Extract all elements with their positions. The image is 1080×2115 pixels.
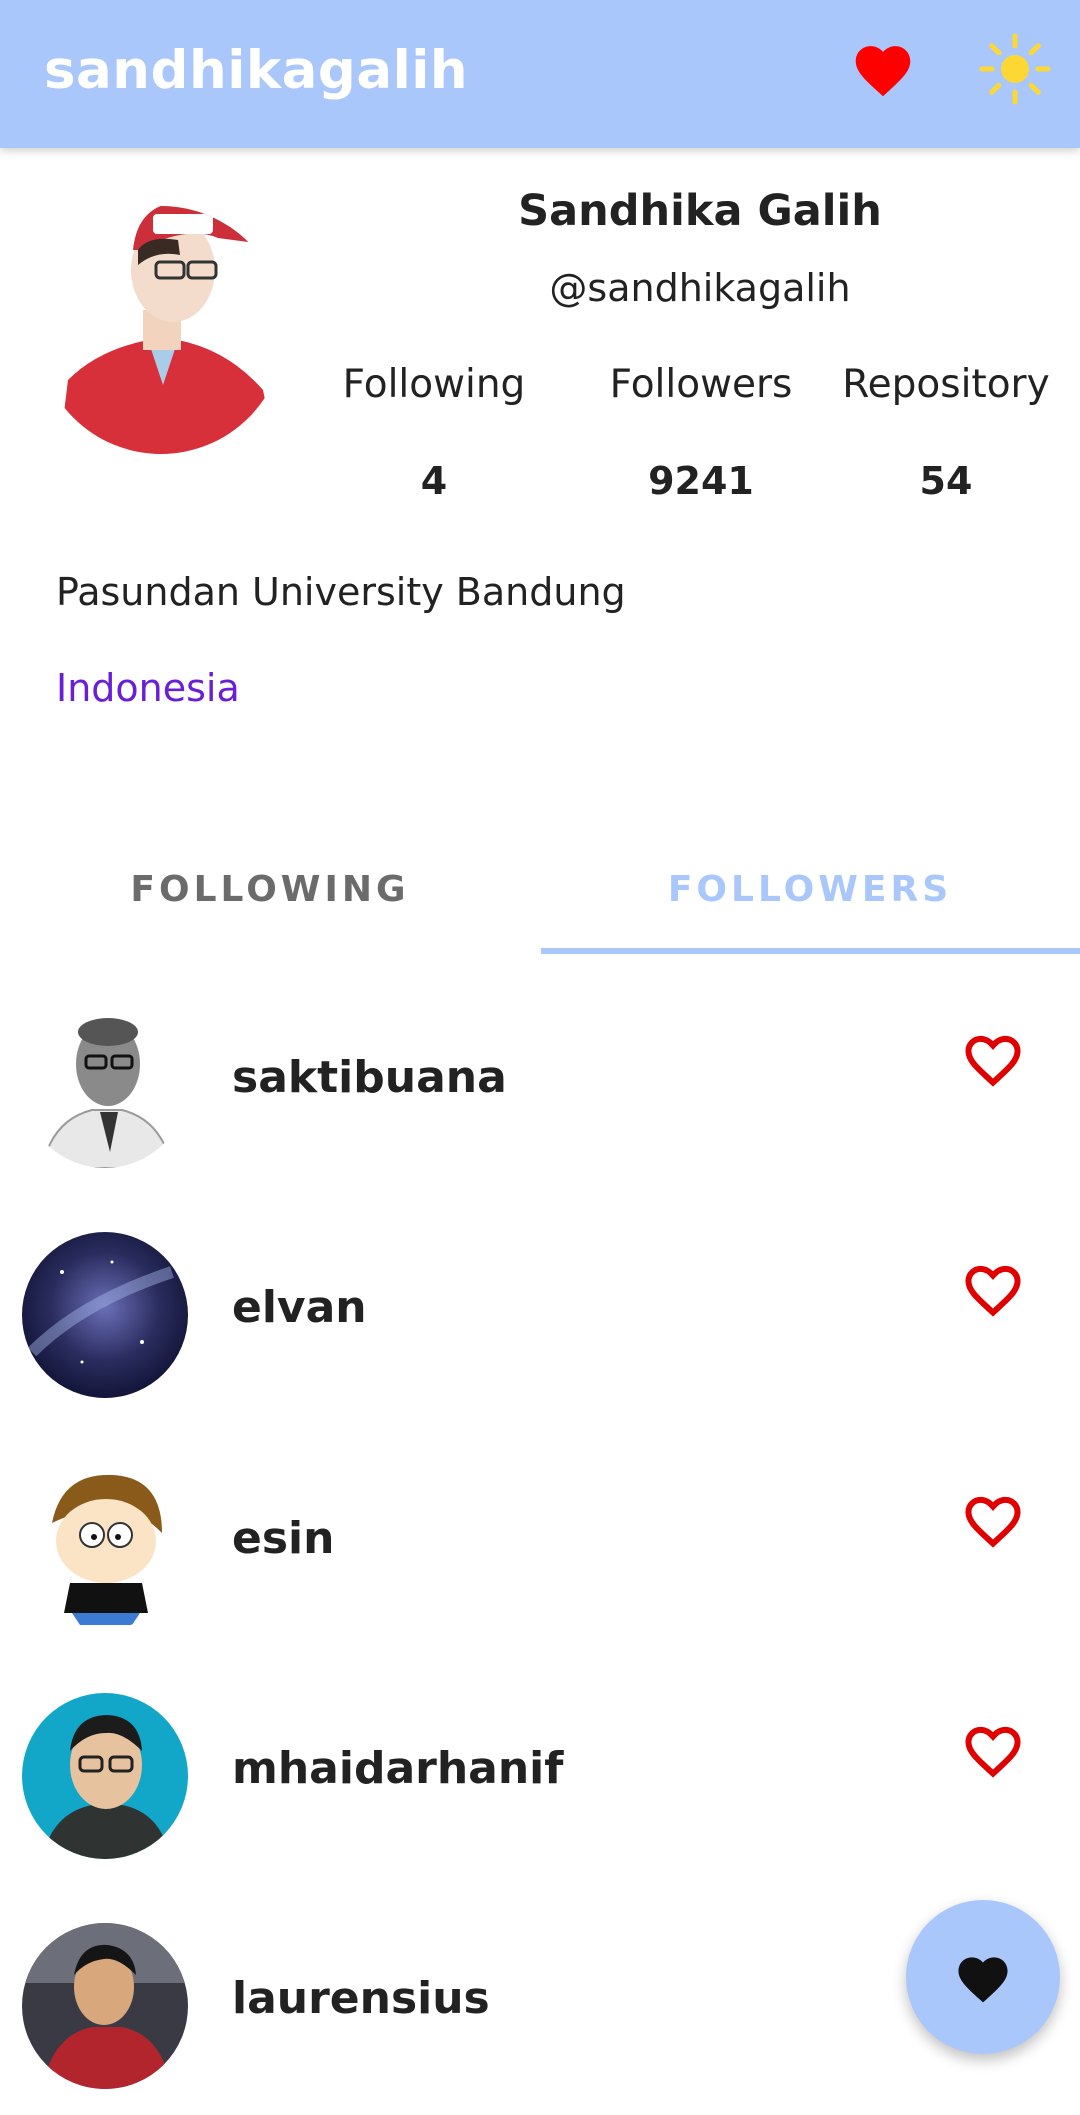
avatar <box>22 1002 188 1168</box>
tab-following[interactable]: FOLLOWING <box>0 840 540 952</box>
stat-followers-label: Followers <box>609 362 793 407</box>
heart-filled-icon <box>958 1957 1008 2003</box>
app-bar-title: sandhikagalih <box>44 40 469 101</box>
avatar <box>22 1693 188 1859</box>
tab-bar: FOLLOWING FOLLOWERS <box>0 840 1080 952</box>
user-name: esin <box>232 1513 335 1564</box>
profile-location: Indonesia <box>56 666 240 710</box>
list-item[interactable]: elvan <box>0 1232 1080 1462</box>
profile-company: Pasundan University Bandung <box>56 570 626 614</box>
heart-outline-icon[interactable] <box>960 1258 1026 1318</box>
avatar <box>22 1923 188 2089</box>
tab-followers[interactable]: FOLLOWERS <box>540 840 1080 952</box>
profile-avatar <box>38 180 284 462</box>
stat-following-label: Following <box>342 362 526 407</box>
avatar <box>22 1232 188 1398</box>
profile-name: Sandhika Galih <box>518 186 882 236</box>
sun-icon[interactable] <box>978 32 1052 106</box>
user-name: laurensius <box>232 1973 490 2024</box>
user-name: mhaidarhanif <box>232 1743 564 1794</box>
stat-repository: Repository 54 <box>826 362 1066 503</box>
stat-followers-value: 9241 <box>648 459 754 503</box>
user-name: elvan <box>232 1282 367 1333</box>
stat-following: Following 4 <box>314 362 554 503</box>
heart-outline-icon[interactable] <box>960 1489 1026 1549</box>
stat-repository-value: 54 <box>919 459 973 503</box>
profile-username: @sandhikagalih <box>549 266 851 310</box>
heart-outline-icon[interactable] <box>960 1719 1026 1779</box>
app-bar: sandhikagalih <box>0 0 1080 148</box>
heart-outline-icon[interactable] <box>960 1028 1026 1088</box>
stat-followers: Followers 9241 <box>581 362 821 503</box>
list-item[interactable]: mhaidarhanif <box>0 1693 1080 1923</box>
favorite-heart-icon[interactable] <box>850 38 916 104</box>
list-item[interactable]: saktibuana <box>0 1002 1080 1232</box>
stat-following-value: 4 <box>420 459 448 503</box>
list-item[interactable]: esin <box>0 1463 1080 1693</box>
favorites-fab[interactable] <box>906 1900 1060 2054</box>
tab-indicator <box>541 948 1080 954</box>
avatar <box>22 1463 188 1629</box>
user-name: saktibuana <box>232 1052 507 1103</box>
stat-repository-label: Repository <box>842 362 1050 407</box>
